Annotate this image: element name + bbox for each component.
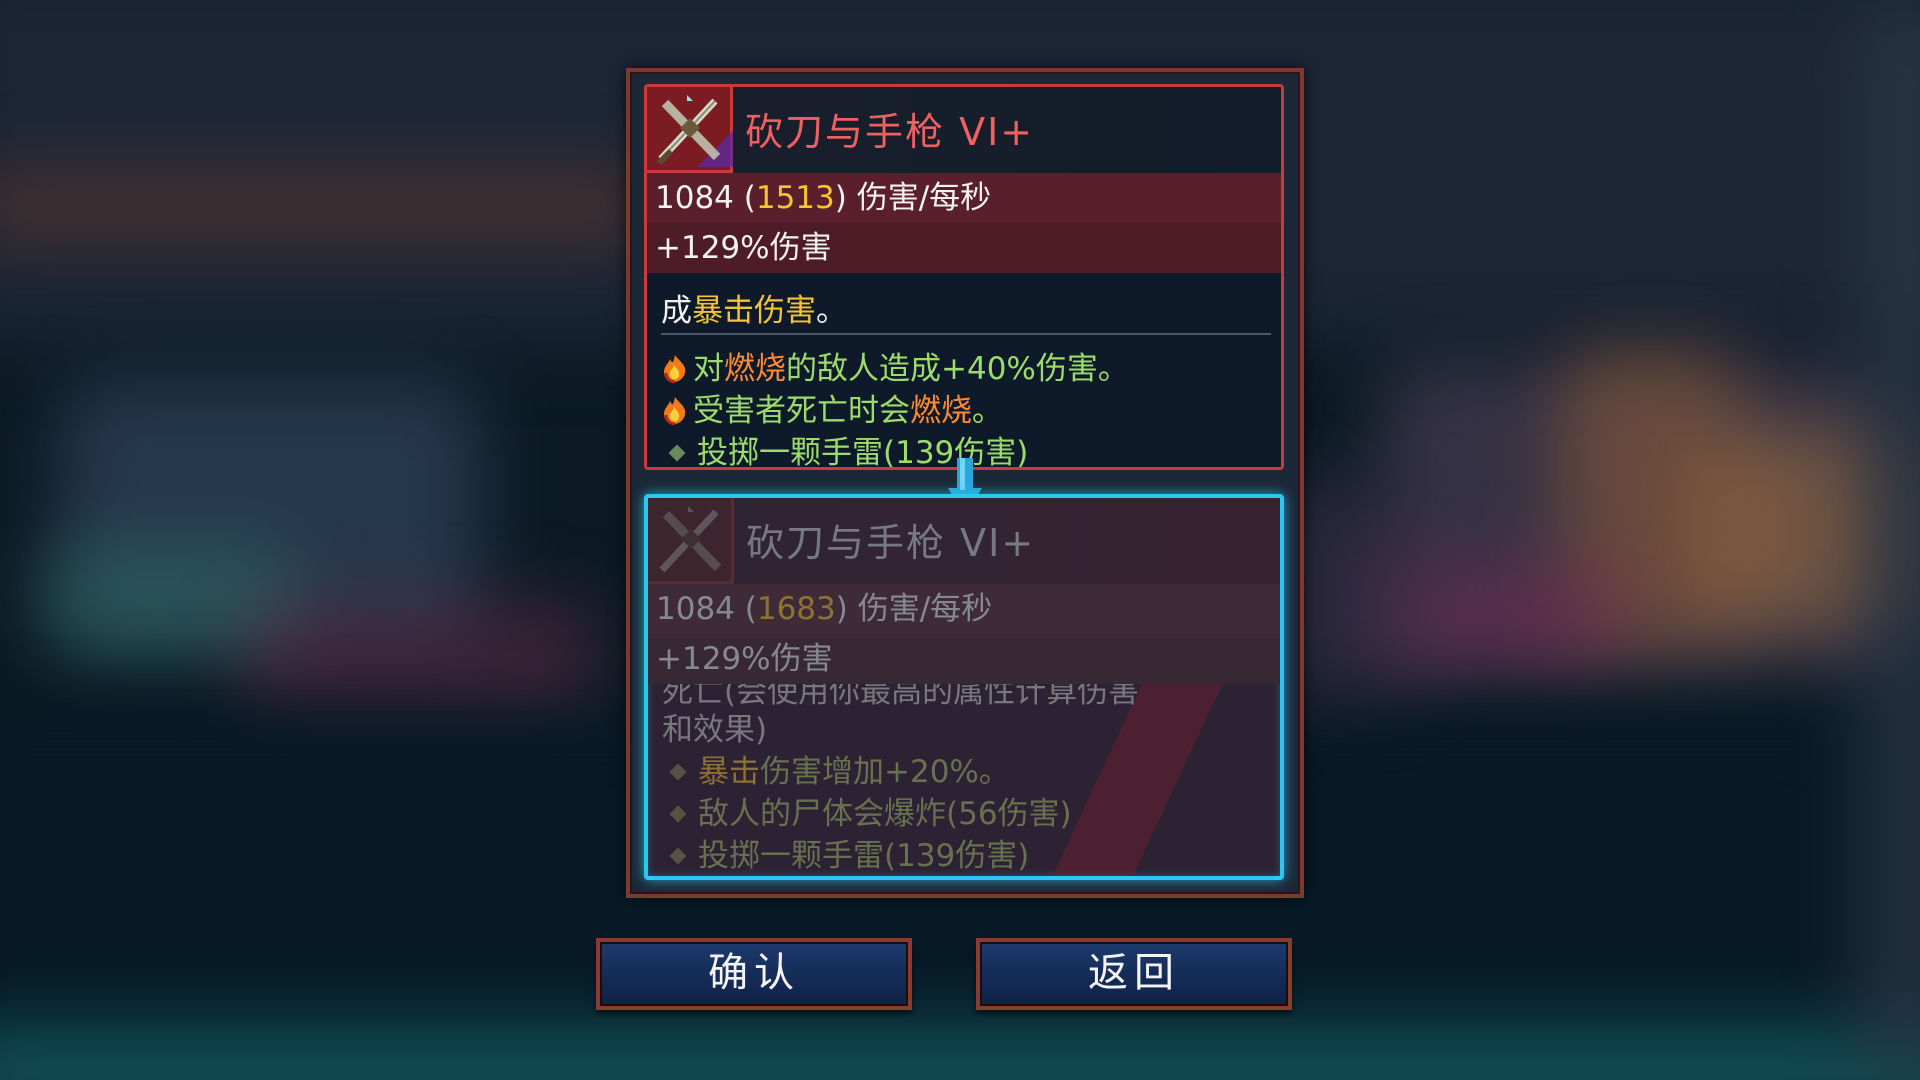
new-dps-base: 1084 [656,591,735,627]
flame-icon [664,397,686,425]
diamond-bullet-icon [669,805,687,822]
new-weapon-icon [648,498,734,584]
current-item-header: 砍刀与手枪 VI+ [647,87,1281,173]
current-dps-base: 1084 [655,180,734,216]
current-dps-unit: 伤害/每秒 [856,180,992,216]
new-damage-bonus: +129%伤害 [648,634,1280,684]
diamond-bullet-icon [669,847,687,864]
current-divider [661,333,1271,335]
new-dps-row: 1084 (1683) 伤害/每秒 [648,584,1280,634]
current-dps-row: 1084 (1513) 伤害/每秒 [647,173,1281,223]
new-item-header: 砍刀与手枪 VI+ [648,498,1280,584]
new-dps-bonus: 1683 [756,591,836,627]
current-weapon-icon [647,87,733,173]
flame-icon [664,355,686,383]
new-item-name: 砍刀与手枪 VI+ [746,521,1036,565]
new-item-description: 死亡(会使用你最高的属性计算伤害 和效果) 暴击伤害增加+20%。 敌人的尸体会… [648,684,1280,876]
back-button[interactable]: 返回 [976,938,1292,1010]
diamond-bullet-icon [668,444,686,461]
current-dps-bonus: 1513 [755,180,835,216]
diamond-bullet-icon [669,763,687,780]
new-partial-line: 和效果) [662,712,768,748]
current-partial-line: 成暴击伤害。 [661,293,847,329]
confirm-button[interactable]: 确认 [596,938,912,1010]
current-effect-1: 对燃烧的敌人造成+40%伤害。 [661,343,1129,388]
new-item-card[interactable]: 砍刀与手枪 VI+ 1084 (1683) 伤害/每秒 +129%伤害 死亡(会… [644,494,1284,880]
current-item-card: 砍刀与手枪 VI+ 1084 (1513) 伤害/每秒 +129%伤害 成暴击伤… [644,84,1284,470]
current-item-name: 砍刀与手枪 VI+ [745,110,1035,154]
current-item-description: 成暴击伤害。 对燃烧的敌人造成+40%伤害。 受害者死亡时会燃烧。 投掷一颗手雷… [647,273,1281,467]
current-effect-2: 受害者死亡时会燃烧。 [661,385,1003,430]
new-effect-2: 敌人的尸体会爆炸(56伤害) [662,788,1072,833]
new-effect-3: 投掷一颗手雷(139伤害) [662,830,1029,875]
new-dps-unit: 伤害/每秒 [857,591,993,627]
current-damage-bonus: +129%伤害 [647,223,1281,273]
new-effect-1: 暴击伤害增加+20%。 [662,746,1010,791]
